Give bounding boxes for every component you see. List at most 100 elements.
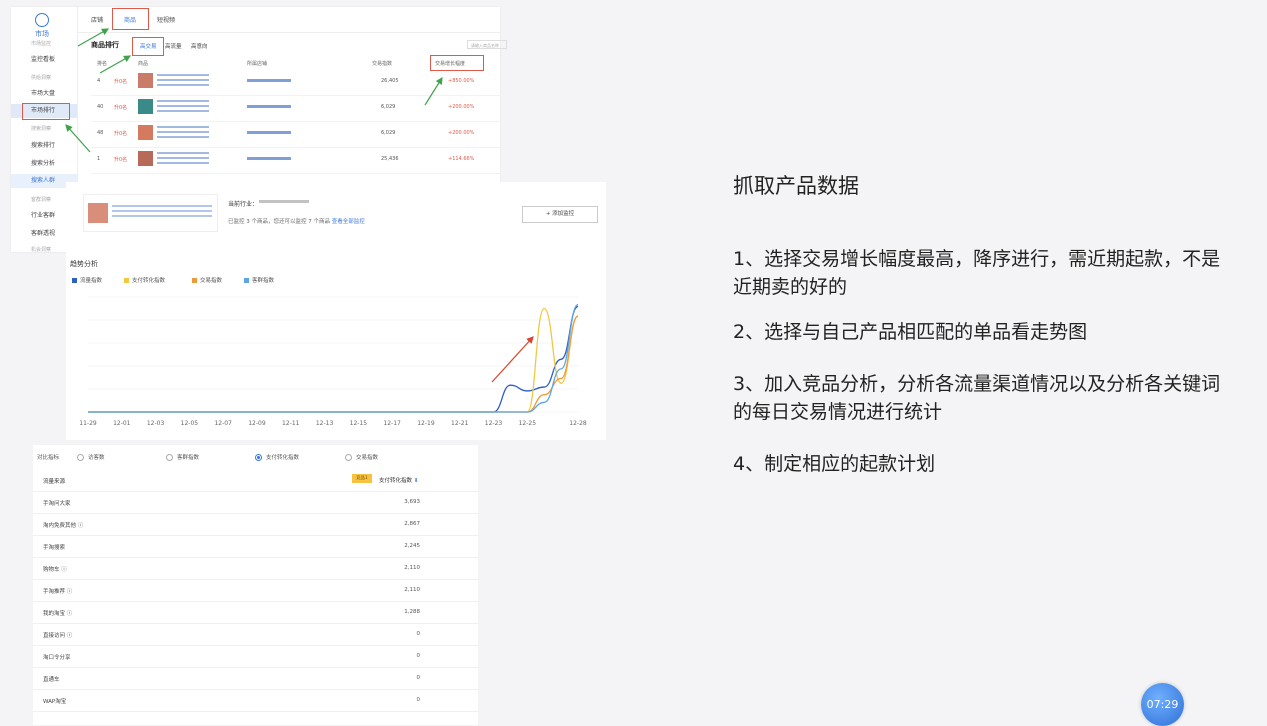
sort-icon: ⬇ xyxy=(413,478,419,484)
source-name-text: 直接访问 xyxy=(43,633,66,639)
rank: 48 xyxy=(97,130,104,136)
x-tick-label: 12-01 xyxy=(113,420,131,427)
sidebar-logo[interactable]: 市场 xyxy=(35,13,49,39)
timer-badge[interactable]: 07:29 xyxy=(1141,683,1184,726)
info-icon[interactable]: ⓘ xyxy=(78,523,84,529)
radio-icon xyxy=(166,454,173,461)
tab-video[interactable]: 短视频 xyxy=(157,15,175,24)
table-row[interactable]: 直接访问 ⓘ 0 xyxy=(33,623,478,646)
x-tick-label: 12-28 xyxy=(569,420,587,427)
monitor-text: 已监控 3 个商品，您还可以监控 7 个商品 xyxy=(228,219,330,225)
col-rank: 排名 xyxy=(97,61,108,67)
view-all-monitors-link[interactable]: 查看全部监控 xyxy=(332,219,365,225)
source-name: 手淘推荐 ⓘ xyxy=(43,587,72,595)
compare-label: 对比指标 xyxy=(37,455,60,461)
note-item: 3、加入竞品分析，分析各流量渠道情况以及分析各关键词的每日交易情况进行统计 xyxy=(733,373,1221,423)
radio-customer-index[interactable]: 客群指数 xyxy=(166,453,199,461)
shop-name[interactable] xyxy=(247,157,291,160)
industry-label: 当前行业： xyxy=(228,201,259,208)
radio-trade-index[interactable]: 交易指数 xyxy=(345,453,378,461)
info-icon[interactable]: ⓘ xyxy=(67,589,73,595)
header-column-label: 支付转化指数 xyxy=(379,478,413,484)
sidebar-group: 市场监控 xyxy=(31,41,52,47)
product-card[interactable] xyxy=(83,194,218,232)
header-pay-conversion[interactable]: 支付转化指数 ⬇ xyxy=(379,476,418,484)
radio-label: 访客数 xyxy=(88,455,105,461)
product-name[interactable] xyxy=(157,74,209,88)
monitor-status: 已监控 3 个商品，您还可以监控 7 个商品 查看全部监控 xyxy=(228,217,365,225)
trade-index: 26,405 xyxy=(381,78,399,84)
radio-label: 客群指数 xyxy=(177,455,200,461)
table-row[interactable]: WAP淘宝 0 xyxy=(33,689,478,712)
x-tick-label: 12-09 xyxy=(248,420,266,427)
product-thumbnail[interactable] xyxy=(138,99,153,114)
x-tick-label: 12-11 xyxy=(282,420,300,427)
sidebar-group: 供给洞察 xyxy=(31,75,52,81)
search-input[interactable]: 请输入商品名称 xyxy=(467,40,507,49)
highlight-box xyxy=(112,8,149,30)
product-name[interactable] xyxy=(157,152,209,166)
market-icon xyxy=(35,13,49,27)
source-value: 2,245 xyxy=(404,543,420,549)
table-row[interactable]: 40 升0名 6,029 +200.00% xyxy=(91,95,501,122)
trade-index: 6,029 xyxy=(381,104,396,110)
radio-pay-conversion[interactable]: 支付转化指数 xyxy=(255,453,299,461)
table-row[interactable]: 手淘搜索 2,245 xyxy=(33,535,478,558)
radio-icon xyxy=(77,454,84,461)
source-name-text: 手淘推荐 xyxy=(43,589,66,595)
x-tick-label: 12-05 xyxy=(181,420,199,427)
note-item: 4、制定相应的起款计划 xyxy=(733,453,936,475)
x-tick-label: 12-17 xyxy=(383,420,401,427)
table-row[interactable]: 手淘问大家 3,693 xyxy=(33,491,478,514)
table-row[interactable]: 直通车 0 xyxy=(33,667,478,690)
x-tick-label: 12-21 xyxy=(451,420,469,427)
source-value: 2,867 xyxy=(404,521,420,527)
product-thumbnail[interactable] xyxy=(138,151,153,166)
col-trade-index[interactable]: 交易指数 xyxy=(372,60,392,67)
table-row[interactable]: 淘内免费其他 ⓘ 2,867 xyxy=(33,513,478,536)
sidebar-item[interactable]: 监控看板 xyxy=(11,53,77,67)
industry-value xyxy=(259,200,309,203)
tab-shop[interactable]: 店铺 xyxy=(91,15,103,24)
add-monitor-button[interactable]: + 添加监控 xyxy=(522,206,598,223)
product-thumbnail xyxy=(88,203,108,223)
product-thumbnail[interactable] xyxy=(138,125,153,140)
trend-panel: 当前行业： 已监控 3 个商品，您还可以监控 7 个商品 查看全部监控 + 添加… xyxy=(66,182,606,440)
table-row[interactable]: 淘口令分享 0 xyxy=(33,645,478,668)
info-icon[interactable]: ⓘ xyxy=(67,633,73,639)
product-thumbnail[interactable] xyxy=(138,73,153,88)
table-row[interactable]: 4 升0名 26,405 +850.00% xyxy=(91,69,501,96)
source-name: WAP淘宝 xyxy=(43,699,67,705)
trend-chart[interactable]: 11-29 12-01 12-03 12-05 12-07 12-09 12-11 12-13… xyxy=(66,282,606,432)
sidebar-item[interactable]: 搜索排行 xyxy=(11,139,77,153)
table-row[interactable]: 购物车 ⓘ 2,110 xyxy=(33,557,478,580)
source-name-text: 我的淘宝 xyxy=(43,611,66,617)
product-title xyxy=(112,205,212,217)
rank: 1 xyxy=(97,156,101,162)
subtab-high-intent[interactable]: 高意向 xyxy=(191,42,208,50)
col-product: 商品 xyxy=(138,61,149,67)
source-value: 1,288 xyxy=(404,609,420,615)
subtab-high-traffic[interactable]: 高流量 xyxy=(165,42,182,50)
table-row[interactable]: 手淘推荐 ⓘ 2,110 xyxy=(33,579,478,602)
table-row[interactable]: 1 升0名 25,436 +114.66% xyxy=(91,147,501,174)
table-row[interactable]: 我的淘宝 ⓘ 1,288 xyxy=(33,601,478,624)
info-icon[interactable]: ⓘ xyxy=(67,611,73,617)
shop-name[interactable] xyxy=(247,79,291,82)
sidebar-item[interactable]: 市场大盘 xyxy=(11,87,77,101)
radio-visitors[interactable]: 访客数 xyxy=(77,453,105,461)
source-value: 0 xyxy=(416,653,421,659)
sidebar-item[interactable]: 搜索分析 xyxy=(11,157,77,171)
table-row[interactable]: 48 升0名 6,029 +200.00% xyxy=(91,121,501,148)
shop-name[interactable] xyxy=(247,105,291,108)
sidebar-group: 搜索洞察 xyxy=(31,126,52,132)
info-icon[interactable]: ⓘ xyxy=(61,567,67,573)
product-name[interactable] xyxy=(157,126,209,140)
source-name: 手淘问大家 xyxy=(43,501,71,507)
source-name: 淘内免费其他 ⓘ xyxy=(43,521,83,529)
highlight-box xyxy=(22,103,70,120)
source-name-text: 购物车 xyxy=(43,567,60,573)
shop-name[interactable] xyxy=(247,131,291,134)
product-name[interactable] xyxy=(157,100,209,114)
x-tick-label: 11-29 xyxy=(79,420,97,427)
